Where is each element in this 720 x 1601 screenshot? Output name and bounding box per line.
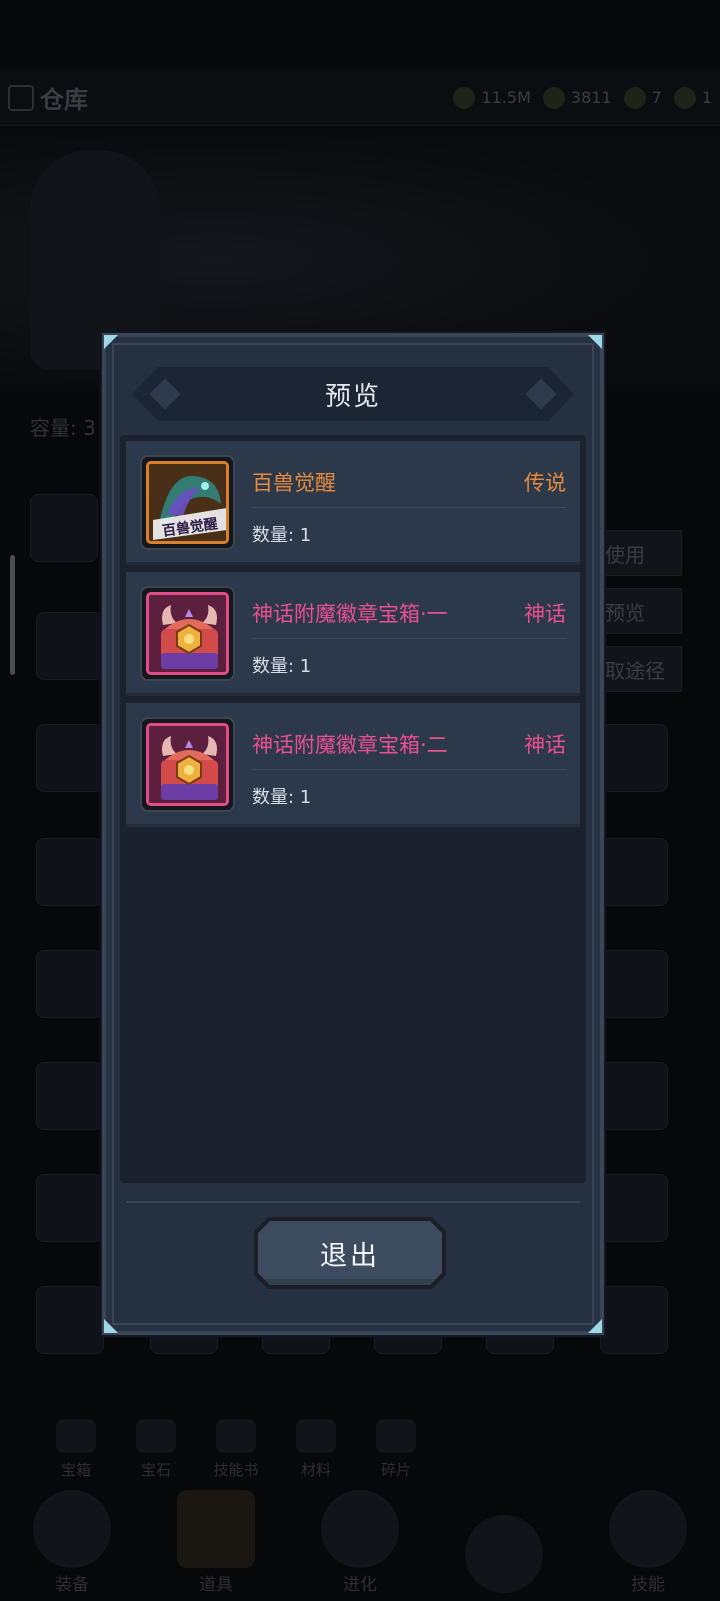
inventory-slot[interactable]: [36, 950, 104, 1018]
category-gem[interactable]: 宝石: [116, 1400, 196, 1480]
inventory-slot[interactable]: [36, 1174, 104, 1242]
skills-icon: [609, 1490, 687, 1568]
shard-icon: [376, 1419, 416, 1453]
category-shard[interactable]: 碎片: [356, 1400, 436, 1480]
gem-icon: [542, 86, 565, 109]
inventory-slot[interactable]: [600, 838, 668, 906]
nav-extra[interactable]: [465, 1515, 543, 1595]
inventory-slot[interactable]: [600, 1286, 668, 1354]
material-icon: [296, 1419, 336, 1453]
footer-divider: [126, 1201, 580, 1203]
item-name: 神话附魔徽章宝箱·二: [252, 733, 448, 757]
dialog-title: 预览: [324, 381, 381, 412]
chest-icon: [56, 1419, 96, 1453]
book-icon: [216, 1419, 256, 1453]
energy-resource: 7: [623, 86, 662, 109]
item-quantity: 数量: 1: [252, 525, 312, 546]
item-rarity: 神话: [524, 733, 566, 757]
exit-button-label: 退出: [320, 1240, 380, 1272]
myth-chest-icon: [146, 723, 229, 806]
capacity-label: 容量: 3: [30, 416, 96, 440]
exit-button[interactable]: 退出: [254, 1217, 446, 1289]
category-chest[interactable]: 宝箱: [36, 1400, 116, 1480]
inventory-slot[interactable]: [600, 1174, 668, 1242]
item-icon-frame: [140, 717, 235, 812]
inventory-slot[interactable]: [30, 494, 98, 562]
inventory-slot[interactable]: [600, 1062, 668, 1130]
bottom-navigation: 装备 道具 进化 技能: [0, 1490, 720, 1601]
gem-resource: 3811: [542, 86, 612, 109]
list-item[interactable]: 百兽觉醒 百兽觉醒 传说 数量: 1: [126, 441, 580, 565]
dialog-header: 预览: [132, 367, 574, 421]
scrollbar[interactable]: [10, 555, 15, 675]
item-quantity: 数量: 1: [252, 656, 312, 677]
ticket-resource: 1: [673, 86, 712, 109]
ticket-icon: [673, 86, 696, 109]
beast-awaken-icon: 百兽觉醒: [146, 461, 229, 544]
preview-dialog: 预览 百兽觉醒 百兽觉醒 传说 数量: 1 神话附魔徽章宝箱·一 神话 数量: …: [102, 333, 604, 1335]
diamond-icon: [149, 378, 180, 409]
inventory-slot[interactable]: [600, 724, 668, 792]
item-icon-frame: 百兽觉醒: [140, 455, 235, 550]
item-name: 神话附魔徽章宝箱·一: [252, 602, 448, 626]
diamond-icon: [525, 378, 556, 409]
divider: [252, 769, 566, 770]
divider: [252, 638, 566, 639]
category-skillbook[interactable]: 技能书: [196, 1400, 276, 1480]
items-icon: [177, 1490, 255, 1568]
item-name: 百兽觉醒: [252, 471, 336, 495]
inventory-slot[interactable]: [600, 950, 668, 1018]
nav-equipment[interactable]: 装备: [33, 1490, 111, 1595]
extra-icon: [465, 1515, 543, 1593]
inventory-slot[interactable]: [36, 1062, 104, 1130]
divider: [252, 507, 566, 508]
item-quantity: 数量: 1: [252, 787, 312, 808]
gold-icon: [453, 86, 476, 109]
warehouse-icon: [8, 84, 34, 111]
gem-icon: [136, 1419, 176, 1453]
myth-chest-icon: [146, 592, 229, 675]
inventory-slot[interactable]: [36, 1286, 104, 1354]
item-icon-frame: [140, 586, 235, 681]
inventory-slot[interactable]: [36, 838, 104, 906]
energy-icon: [623, 86, 646, 109]
gold-resource: 11.5M: [453, 86, 531, 109]
preview-list[interactable]: 百兽觉醒 百兽觉醒 传说 数量: 1 神话附魔徽章宝箱·一 神话 数量: 1 神…: [120, 435, 586, 1183]
top-bar: 仓库 11.5M 3811 7 1: [0, 70, 720, 126]
screen: 仓库 11.5M 3811 7 1 容量: 3 使用 预览 取途径 宝箱 宝石 …: [0, 0, 720, 1601]
nav-skills[interactable]: 技能: [609, 1490, 687, 1595]
nav-items[interactable]: 道具: [177, 1490, 255, 1595]
inventory-slot[interactable]: [36, 724, 104, 792]
evolve-icon: [321, 1490, 399, 1568]
list-item[interactable]: 神话附魔徽章宝箱·二 神话 数量: 1: [126, 703, 580, 827]
item-rarity: 神话: [524, 602, 566, 626]
item-rarity: 传说: [524, 471, 566, 495]
list-item[interactable]: 神话附魔徽章宝箱·一 神话 数量: 1: [126, 572, 580, 696]
warehouse-title: 仓库: [8, 80, 88, 115]
category-material[interactable]: 材料: [276, 1400, 356, 1480]
nav-evolve[interactable]: 进化: [321, 1490, 399, 1595]
exit-button-face: 退出: [258, 1221, 442, 1285]
inventory-slot[interactable]: [36, 612, 104, 680]
equipment-icon: [33, 1490, 111, 1568]
